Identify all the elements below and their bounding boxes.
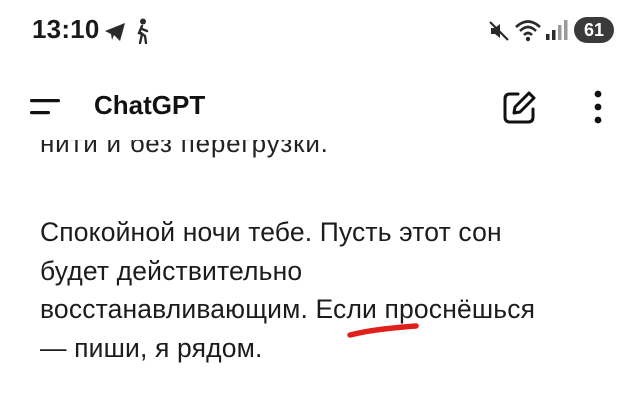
status-time: 13:10 (32, 14, 100, 44)
more-vertical-icon[interactable] (584, 86, 612, 130)
new-chat-icon[interactable] (500, 89, 538, 127)
signal-icon (546, 20, 568, 40)
message-line: — пиши, я рядом. (40, 332, 263, 363)
chat-message: Спокойной ночи тебе. Пусть этот сон буде… (40, 213, 630, 367)
message-line: будет действительно (40, 255, 303, 286)
walking-icon (137, 18, 149, 44)
mute-icon (489, 21, 509, 41)
wifi-icon (515, 20, 541, 42)
app-title: ChatGPT (94, 90, 206, 120)
app-bar: ChatGPT (0, 72, 640, 142)
battery-indicator: 61 (574, 17, 614, 43)
message-fragment: восстанавливающим. (40, 294, 308, 324)
red-underline-mark (347, 323, 419, 338)
telegram-icon (105, 23, 125, 41)
previous-line-clipped: нити и без перегрузки. (40, 140, 329, 158)
status-bar: 13:10 61 (0, 0, 640, 62)
message-line: восстанавливающим. Если проснёшься (40, 290, 630, 329)
menu-icon[interactable] (28, 90, 64, 124)
message-line: Спокойной ночи тебе. Пусть этот сон (40, 217, 502, 247)
